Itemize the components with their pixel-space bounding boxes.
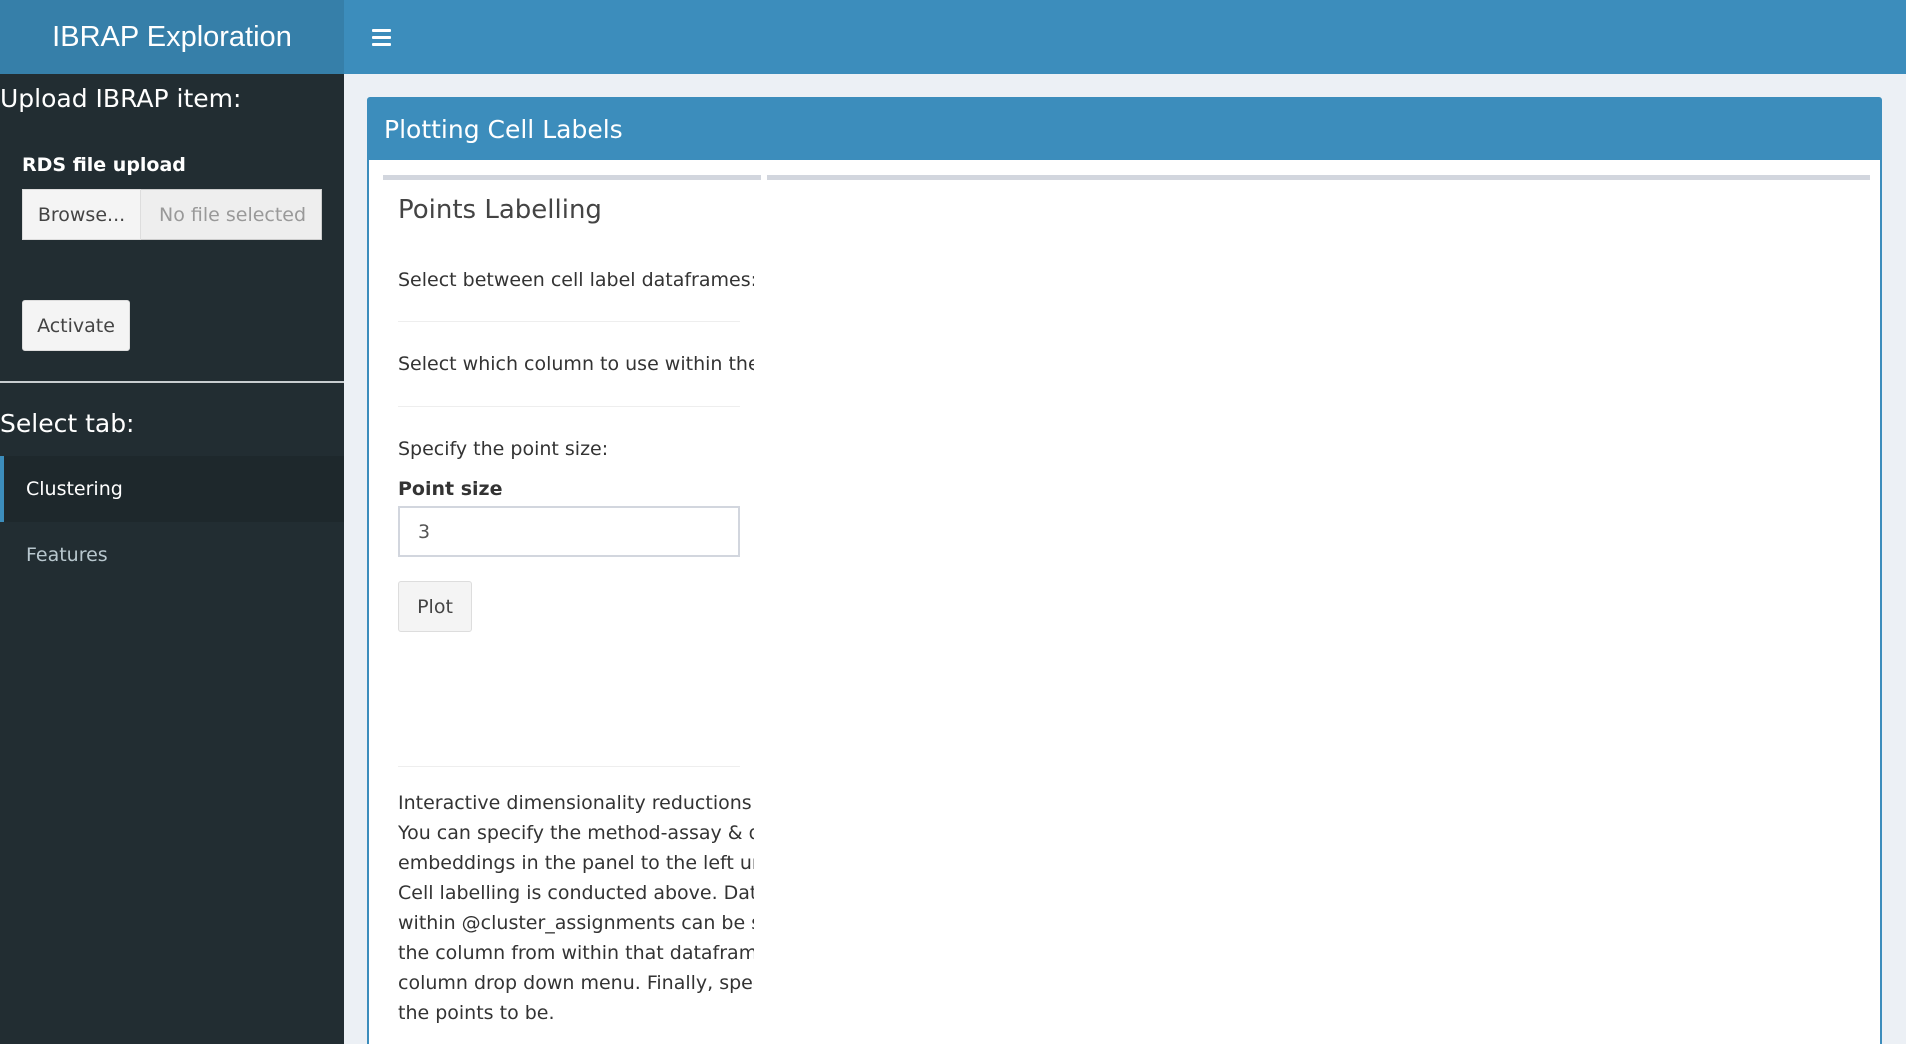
upload-heading: Upload IBRAP item: <box>0 84 242 113</box>
file-upload-group: Browse... No file selected <box>22 189 322 240</box>
sidebar-divider <box>0 381 344 383</box>
sidebar: Upload IBRAP item: RDS file upload Brows… <box>0 74 344 1044</box>
hamburger-line <box>372 42 391 46</box>
description-line: the points to be. <box>398 1002 555 1024</box>
description-line: the column from within that dataframe us… <box>398 942 754 964</box>
select-dataframe-text: Select between cell label dataframes: <box>398 269 754 291</box>
rds-upload-label: RDS file upload <box>22 154 186 176</box>
hamburger-line <box>372 35 391 39</box>
hamburger-line <box>372 28 391 32</box>
plotting-box: Plotting Cell Labels Points Labelling Se… <box>367 97 1882 1044</box>
description-line: within @cluster_assignments can be selec… <box>398 912 754 934</box>
app-title[interactable]: IBRAP Exploration <box>0 0 344 74</box>
description-line: Cell labelling is conducted above. Dataf… <box>398 882 754 904</box>
browse-button[interactable]: Browse... <box>22 189 141 240</box>
description-line: embeddings in the panel to the left unde… <box>398 852 754 874</box>
point-size-input[interactable]: 3 <box>398 506 740 557</box>
select-column-text: Select which column to use within the da… <box>398 353 754 375</box>
file-name-field[interactable]: No file selected <box>141 189 322 240</box>
divider <box>398 406 740 407</box>
box-title: Plotting Cell Labels <box>369 99 1880 160</box>
sidebar-item-clustering[interactable]: Clustering <box>0 456 344 522</box>
description-line: column drop down menu. Finally, specify … <box>398 972 754 994</box>
point-size-text: Specify the point size: <box>398 438 609 460</box>
description-text: Interactive dimensionality reductions pl… <box>398 788 754 1028</box>
activate-button[interactable]: Activate <box>22 300 130 351</box>
divider <box>398 321 740 322</box>
description-line: You can specify the method-assay & dimen… <box>398 822 754 844</box>
select-tab-heading: Select tab: <box>0 409 135 438</box>
hamburger-icon[interactable] <box>366 22 398 52</box>
tab-segment <box>383 175 761 180</box>
description-line: Interactive dimensionality reductions pl… <box>398 792 754 814</box>
tab-segment <box>767 175 1870 180</box>
top-navbar <box>344 0 1906 74</box>
panel-title: Points Labelling <box>398 195 602 225</box>
plot-button[interactable]: Plot <box>398 581 472 632</box>
sidebar-item-features[interactable]: Features <box>0 522 344 588</box>
tab-divider-bar <box>383 175 1870 181</box>
divider <box>398 766 740 767</box>
app-root: IBRAP Exploration Upload IBRAP item: RDS… <box>0 0 1906 1044</box>
point-size-label: Point size <box>398 478 503 500</box>
